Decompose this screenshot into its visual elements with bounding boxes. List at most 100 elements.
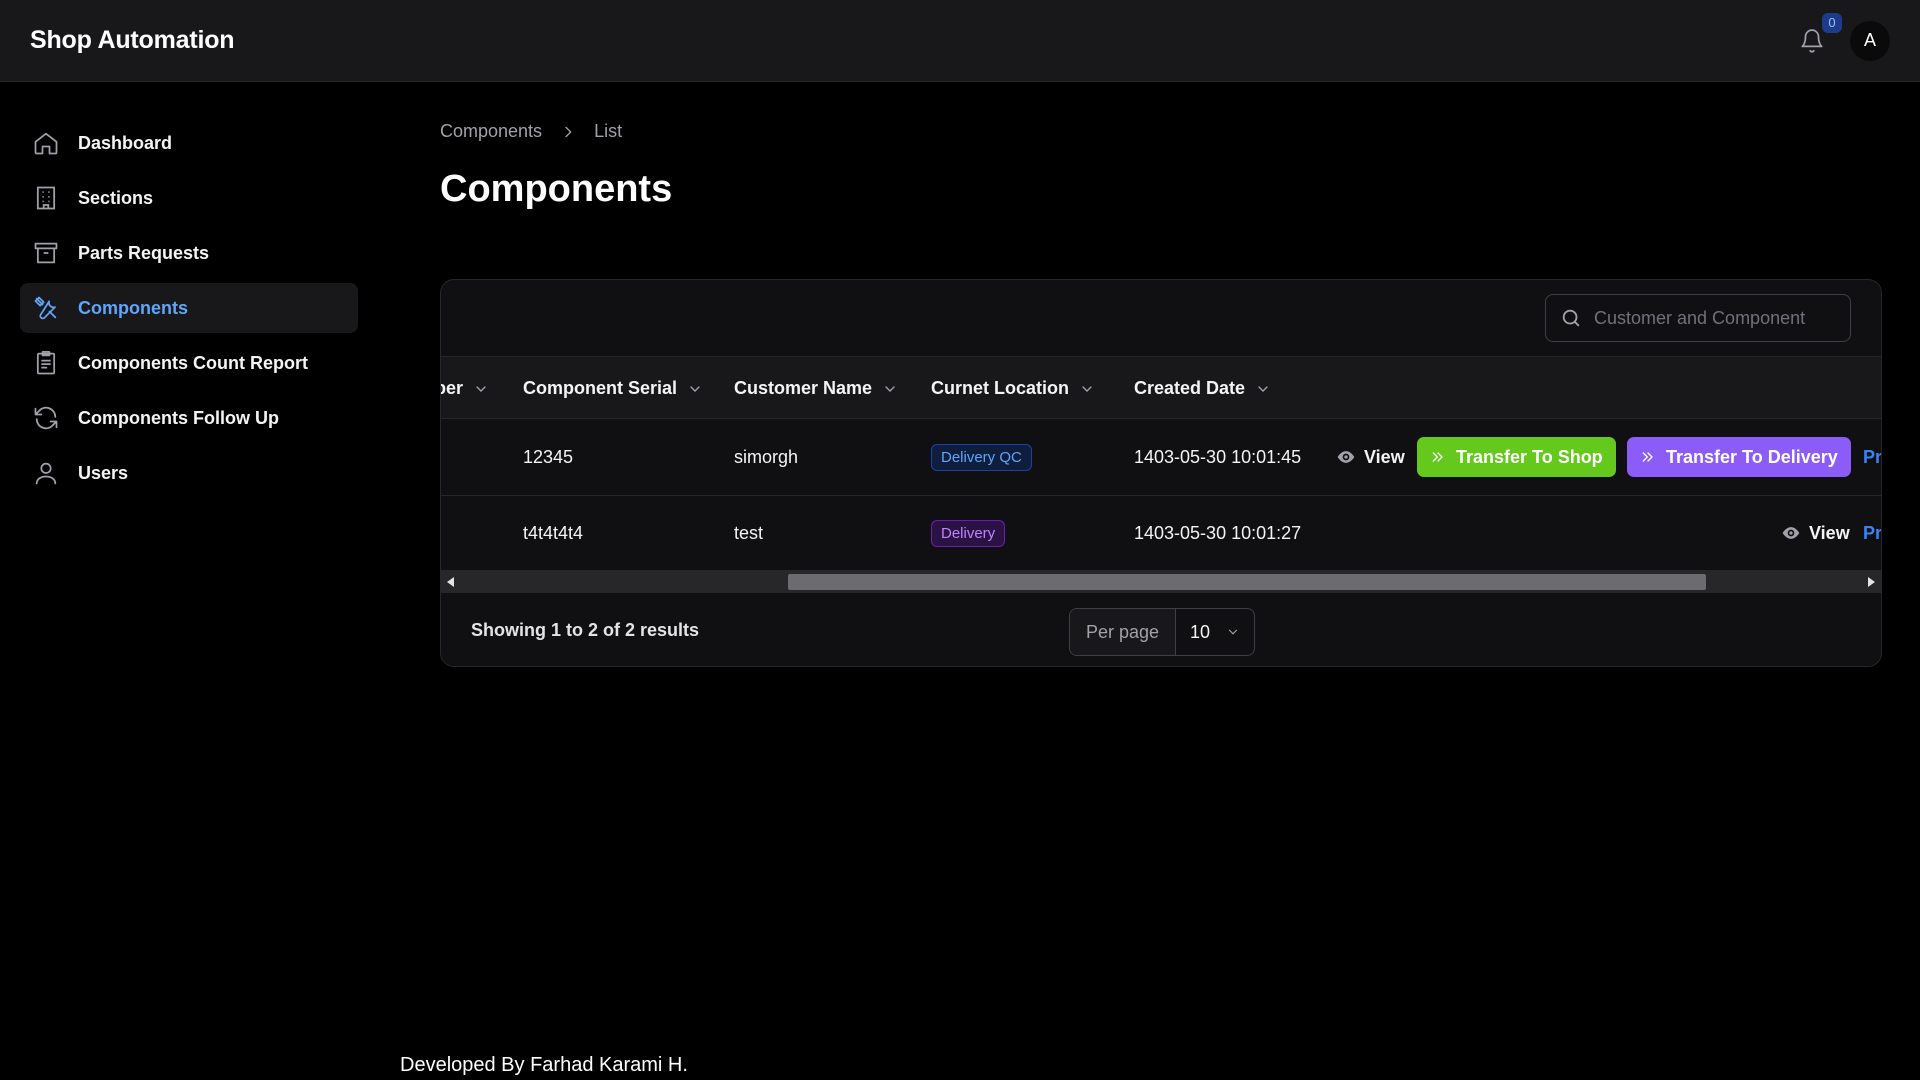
sidebar-item-components[interactable]: Components [20, 283, 358, 333]
eye-icon [1782, 527, 1800, 539]
transfer-to-delivery-button[interactable]: Transfer To Delivery [1627, 437, 1851, 477]
column-label: Curnet Location [931, 378, 1069, 398]
cell-location: Delivery QC [931, 419, 1032, 495]
column-header-component-serial[interactable]: Component Serial [523, 357, 703, 420]
breadcrumb-root[interactable]: Components [440, 121, 542, 142]
chevron-right-icon [565, 126, 572, 137]
view-button-label: View [1809, 522, 1850, 543]
chevron-down-icon [1082, 385, 1092, 392]
column-header-current-location[interactable]: Curnet Location [931, 357, 1095, 420]
column-header-number[interactable]: ber [441, 357, 489, 420]
cell-component-serial: 12345 [523, 446, 574, 467]
per-page-label: Per page [1070, 609, 1176, 655]
per-page-value: 10 [1190, 621, 1211, 642]
chevron-down-icon [690, 385, 700, 392]
sidebar-item-label: Components Follow Up [78, 407, 279, 428]
notifications-button[interactable]: 0 [1796, 12, 1842, 57]
truncated-action-link[interactable]: Pr [1863, 523, 1881, 544]
cell-transfer-shop: Transfer To Shop [1417, 419, 1616, 495]
column-label: Customer Name [734, 378, 873, 398]
components-table-card: ber Component Serial Customer Name Curne… [440, 279, 1882, 667]
transfer-to-delivery-label: Transfer To Delivery [1666, 446, 1838, 467]
bell-icon [1801, 28, 1823, 53]
table-row: 12345 simorgh Delivery QC 1403-05-30 10:… [441, 419, 1881, 496]
cell-actions: View [1781, 496, 1850, 570]
chevron-down-icon [885, 385, 895, 392]
column-label: Created Date [1134, 378, 1246, 398]
cell-extra-action: Pr [1863, 419, 1881, 495]
per-page-select[interactable]: 10 [1176, 609, 1254, 655]
scrollbar-thumb[interactable] [788, 574, 1706, 590]
chevron-down-icon [1258, 385, 1268, 392]
results-summary: Showing 1 to 2 of 2 results [471, 620, 700, 640]
truncated-action-link[interactable]: Pr [1863, 447, 1881, 468]
footer-credit: Developed By Farhad Karami H. [400, 1054, 688, 1076]
sidebar-item-users[interactable]: Users [20, 448, 358, 498]
status-badge: Delivery [931, 519, 1006, 547]
sidebar-nav: Dashboard Sections Parts Requests Compon… [20, 118, 358, 503]
sidebar-item-label: Components [78, 297, 188, 318]
breadcrumb-current: List [594, 121, 623, 141]
home-icon [34, 132, 58, 155]
table-header: ber Component Serial Customer Name Curne… [441, 356, 1881, 419]
double-chevron-right-icon [1642, 452, 1653, 462]
view-button[interactable]: View [1336, 447, 1405, 468]
column-label: ber [441, 378, 464, 398]
sidebar-item-sections[interactable]: Sections [20, 173, 358, 223]
horizontal-scrollbar[interactable] [441, 571, 1881, 593]
cell-component-serial: t4t4t4t4 [523, 522, 584, 543]
search-icon [1562, 309, 1580, 327]
triangle-left-icon [447, 577, 454, 587]
transfer-to-shop-button[interactable]: Transfer To Shop [1417, 437, 1616, 477]
scroll-right-arrow[interactable] [1861, 571, 1881, 593]
top-bar-actions: 0 A [1796, 12, 1890, 61]
cell-customer-name: simorgh [734, 446, 799, 467]
transfer-to-shop-label: Transfer To Shop [1456, 446, 1603, 467]
table-row: t4t4t4t4 test Delivery 1403-05-30 10:01:… [441, 496, 1881, 571]
page-title: Components [440, 168, 673, 210]
sidebar-item-components-count-report[interactable]: Components Count Report [20, 338, 358, 388]
cell-customer-name: test [734, 522, 764, 543]
status-badge: Delivery QC [931, 443, 1032, 471]
sidebar-item-label: Components Count Report [78, 352, 308, 373]
column-header-customer-name[interactable]: Customer Name [734, 357, 898, 420]
chevron-down-icon [1228, 629, 1238, 635]
tools-icon [34, 296, 57, 320]
sidebar-item-label: Parts Requests [78, 242, 210, 263]
cell-created-date: 1403-05-30 10:01:45 [1134, 446, 1302, 467]
sidebar-item-components-follow-up[interactable]: Components Follow Up [20, 393, 358, 443]
triangle-right-icon [1868, 577, 1875, 587]
sidebar-item-label: Dashboard [78, 132, 173, 153]
sidebar-item-label: Sections [78, 187, 154, 208]
search-input[interactable] [1594, 307, 1824, 329]
cell-transfer-delivery: Transfer To Delivery [1627, 419, 1851, 495]
building-icon [36, 186, 56, 210]
top-bar: Shop Automation 0 A [0, 0, 1920, 82]
table-footer: Showing 1 to 2 of 2 results Per page 10 [441, 593, 1881, 666]
search-box[interactable] [1545, 294, 1851, 342]
sidebar-item-parts-requests[interactable]: Parts Requests [20, 228, 358, 278]
archive-box-icon [34, 242, 58, 264]
user-icon [35, 462, 57, 485]
column-label: Component Serial [523, 378, 678, 398]
cell-extra-action: Pr [1863, 496, 1881, 570]
refresh-icon [34, 406, 58, 430]
sidebar-item-dashboard[interactable]: Dashboard [20, 118, 358, 168]
cell-created-date: 1403-05-30 10:01:27 [1134, 522, 1302, 543]
app-title[interactable]: Shop Automation [30, 26, 235, 55]
double-chevron-right-icon [1432, 452, 1443, 462]
scroll-left-arrow[interactable] [441, 571, 461, 593]
notification-count-badge: 0 [1822, 12, 1842, 33]
per-page-control: Per page 10 [1069, 608, 1255, 656]
column-header-created-date[interactable]: Created Date [1134, 357, 1271, 420]
cell-actions: View [1336, 419, 1405, 495]
cell-location: Delivery [931, 496, 1006, 570]
chevron-down-icon [476, 385, 486, 392]
view-button-label: View [1364, 446, 1405, 467]
breadcrumb: Components List [440, 121, 622, 142]
view-button[interactable]: View [1781, 523, 1850, 544]
clipboard-icon [36, 351, 56, 375]
sidebar-item-label: Users [78, 462, 129, 483]
user-avatar[interactable]: A [1850, 20, 1890, 61]
eye-icon [1337, 451, 1355, 463]
